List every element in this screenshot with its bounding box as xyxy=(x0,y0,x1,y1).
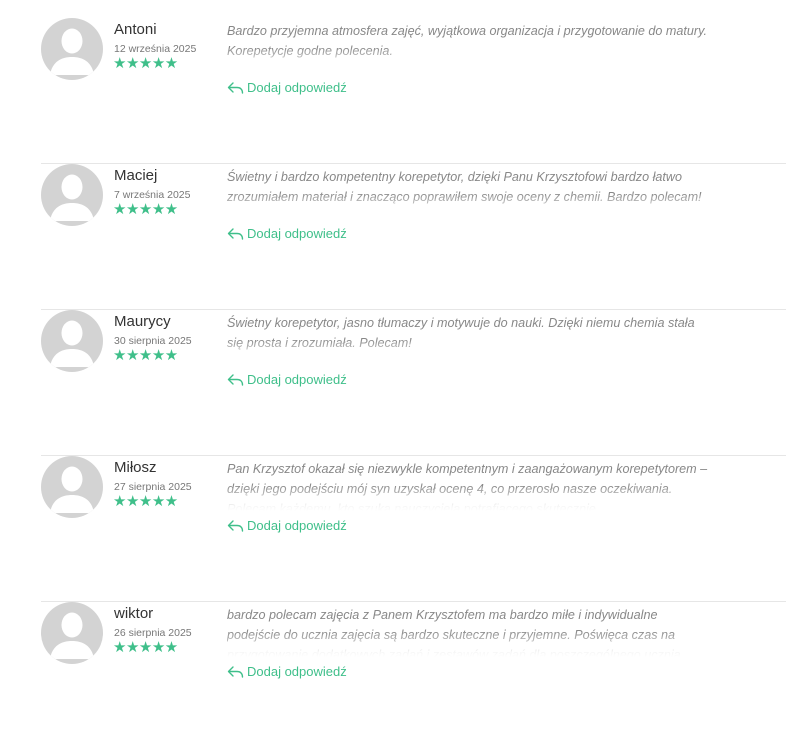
avatar-user-icon xyxy=(41,164,103,226)
review-text-container: bardzo polecam zajęcia z Panem Krzysztof… xyxy=(227,605,712,657)
avatar-user-icon xyxy=(41,310,103,372)
reply-arrow-icon xyxy=(227,82,244,94)
review-author: Maciej xyxy=(114,167,158,184)
rating-stars: ★★★★★ xyxy=(113,55,178,72)
review-item: Maurycy 30 sierpnia 2025 ★★★★★ Świetny k… xyxy=(41,309,786,456)
review-text: Pan Krzysztof okazał się niezwykle kompe… xyxy=(227,462,708,511)
add-reply-button[interactable]: Dodaj odpowiedź xyxy=(227,226,347,242)
add-reply-label: Dodaj odpowiedź xyxy=(247,518,347,533)
add-reply-button[interactable]: Dodaj odpowiedź xyxy=(227,664,347,680)
rating-stars: ★★★★★ xyxy=(113,347,178,364)
review-text-container: Bardzo przyjemna atmosfera zajęć, wyjątk… xyxy=(227,21,712,73)
review-text-container: Świetny korepetytor, jasno tłumaczy i mo… xyxy=(227,313,712,365)
review-item: Miłosz 27 sierpnia 2025 ★★★★★ Pan Krzysz… xyxy=(41,455,786,602)
review-author: Maurycy xyxy=(114,313,171,330)
reply-arrow-icon xyxy=(227,228,244,240)
rating-stars: ★★★★★ xyxy=(113,493,178,510)
add-reply-button[interactable]: Dodaj odpowiedź xyxy=(227,372,347,388)
rating-stars: ★★★★★ xyxy=(113,639,178,656)
add-reply-label: Dodaj odpowiedź xyxy=(247,372,347,387)
avatar-user-icon xyxy=(41,602,103,664)
review-text: Świetny i bardzo kompetentny korepetytor… xyxy=(227,170,702,204)
reply-arrow-icon xyxy=(227,666,244,678)
avatar-user-icon xyxy=(41,18,103,80)
review-text: Świetny korepetytor, jasno tłumaczy i mo… xyxy=(227,316,695,350)
add-reply-label: Dodaj odpowiedź xyxy=(247,664,347,679)
review-author: Miłosz xyxy=(114,459,157,476)
reply-arrow-icon xyxy=(227,374,244,386)
rating-stars: ★★★★★ xyxy=(113,201,178,218)
review-item: wiktor 26 sierpnia 2025 ★★★★★ bardzo pol… xyxy=(41,601,786,747)
review-text-container: Świetny i bardzo kompetentny korepetytor… xyxy=(227,167,712,219)
review-text: Bardzo przyjemna atmosfera zajęć, wyjątk… xyxy=(227,24,707,58)
review-text: bardzo polecam zajęcia z Panem Krzysztof… xyxy=(227,608,681,657)
review-item: Maciej 7 września 2025 ★★★★★ Świetny i b… xyxy=(41,163,786,310)
avatar-user-icon xyxy=(41,456,103,518)
review-author: Antoni xyxy=(114,21,157,38)
review-item: Antoni 12 września 2025 ★★★★★ Bardzo prz… xyxy=(41,17,786,164)
add-reply-button[interactable]: Dodaj odpowiedź xyxy=(227,80,347,96)
reply-arrow-icon xyxy=(227,520,244,532)
add-reply-label: Dodaj odpowiedź xyxy=(247,80,347,95)
review-author: wiktor xyxy=(114,605,154,622)
review-text-container: Pan Krzysztof okazał się niezwykle kompe… xyxy=(227,459,712,511)
add-reply-button[interactable]: Dodaj odpowiedź xyxy=(227,518,347,534)
add-reply-label: Dodaj odpowiedź xyxy=(247,226,347,241)
